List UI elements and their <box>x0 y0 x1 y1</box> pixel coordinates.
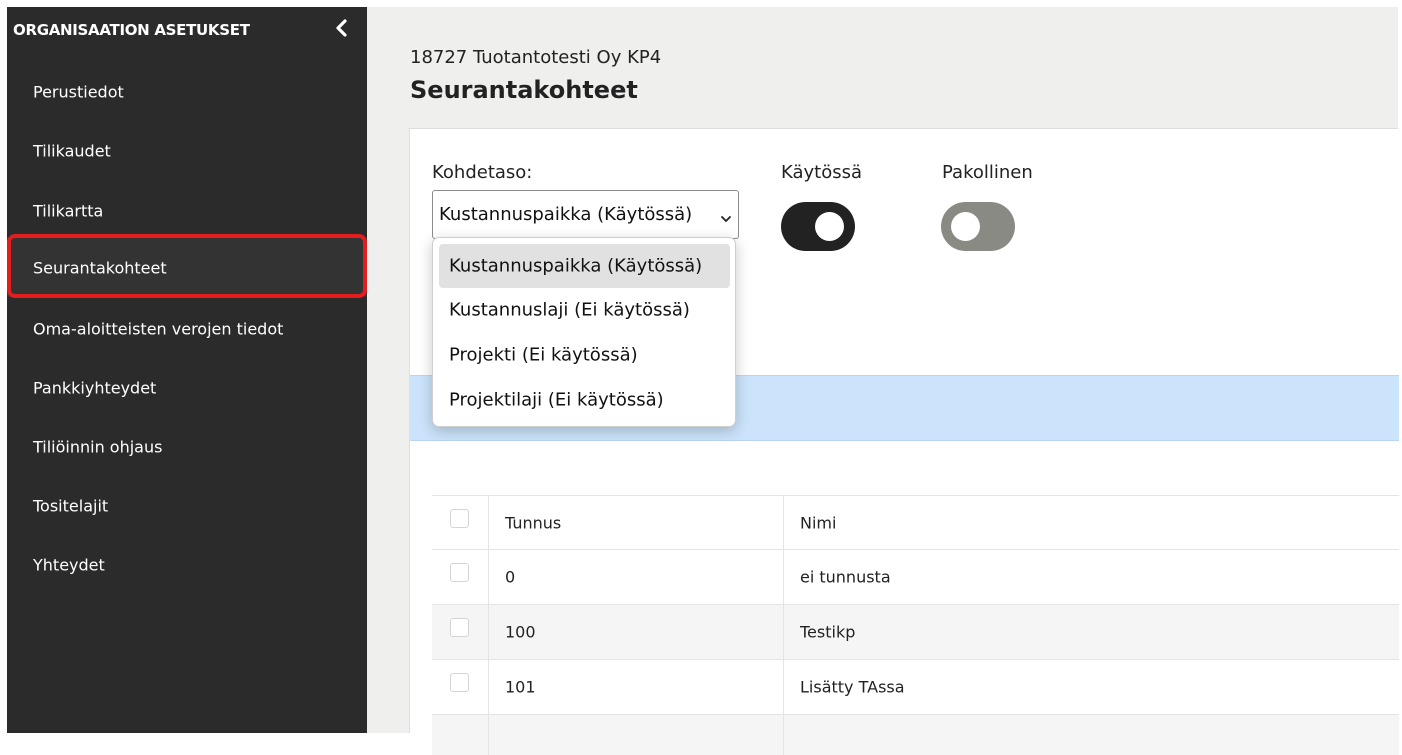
toggle-knob <box>815 212 844 241</box>
table-row[interactable]: 101 Lisätty TAssa <box>432 660 1399 715</box>
code-cell: 100 <box>488 605 783 659</box>
tracking-card: Kohdetaso: Kustannuspaikka (Käytössä) Kä… <box>409 128 1399 755</box>
option-label: Kustannuslaji (Ei käytössä) <box>449 299 690 321</box>
chevron-down-icon <box>720 210 732 223</box>
sidebar-item-tositelajit[interactable]: Tositelajit <box>7 476 367 535</box>
column-header-label: Tunnus <box>505 513 562 532</box>
table-row[interactable]: 100 Testikp <box>432 605 1399 660</box>
level-select-value: Kustannuspaikka (Käytössä) <box>439 204 693 225</box>
select-all-cell <box>432 496 488 549</box>
level-option-projekti[interactable]: Projekti (Ei käytössä) <box>439 333 730 377</box>
table-header-row: Tunnus Nimi <box>432 495 1399 550</box>
sidebar-item-tilikartta[interactable]: Tilikartta <box>7 181 367 240</box>
organization-name: 18727 Tuotantotesti Oy KP4 <box>410 47 662 68</box>
row-checkbox[interactable] <box>450 618 469 637</box>
name-cell: ei tunnusta <box>783 550 1399 604</box>
settings-sidebar: ORGANISAATION ASETUKSET Perustiedot Tili… <box>7 7 367 733</box>
sidebar-item-label: Tiliöinnin ohjaus <box>33 437 163 456</box>
level-select[interactable]: Kustannuspaikka (Käytössä) <box>432 190 739 239</box>
mandatory-label: Pakollinen <box>942 162 1033 183</box>
level-dropdown-menu: Kustannuspaikka (Käytössä) Kustannuslaji… <box>432 237 736 427</box>
table-row[interactable] <box>432 715 1399 755</box>
name-text: Testikp <box>800 622 856 642</box>
code-text: 100 <box>505 622 536 642</box>
row-check-cell <box>432 550 488 604</box>
sidebar-item-label: Tilikaudet <box>33 141 111 160</box>
mandatory-toggle[interactable] <box>941 202 1015 251</box>
sidebar-item-perustiedot[interactable]: Perustiedot <box>7 62 367 121</box>
level-label: Kohdetaso: <box>432 162 533 183</box>
code-cell <box>488 715 783 755</box>
option-label: Projektilaji (Ei käytössä) <box>449 389 664 411</box>
name-text: ei tunnusta <box>800 567 891 587</box>
sidebar-item-label: Tilikartta <box>33 201 104 220</box>
select-all-checkbox[interactable] <box>450 509 469 528</box>
level-option-projektilaji[interactable]: Projektilaji (Ei käytössä) <box>439 378 730 422</box>
table-row[interactable]: 0 ei tunnusta <box>432 550 1399 605</box>
sidebar-item-pankkiyhteydet[interactable]: Pankkiyhteydet <box>7 358 367 417</box>
name-text: Lisätty TAssa <box>800 677 905 697</box>
code-text: 101 <box>505 677 536 697</box>
code-cell: 101 <box>488 660 783 714</box>
row-check-cell <box>432 660 488 714</box>
level-option-kustannuslaji[interactable]: Kustannuslaji (Ei käytössä) <box>439 288 730 332</box>
sidebar-item-tilioinnin-ohjaus[interactable]: Tiliöinnin ohjaus <box>7 417 367 476</box>
name-cell <box>783 715 1399 755</box>
app-window: ORGANISAATION ASETUKSET Perustiedot Tili… <box>0 0 1402 755</box>
active-item-highlight <box>7 234 367 298</box>
sidebar-item-label: Tositelajit <box>33 496 109 515</box>
row-check-cell <box>432 715 488 755</box>
column-header-label: Nimi <box>800 513 837 532</box>
toggle-knob <box>951 212 980 241</box>
column-header-name[interactable]: Nimi <box>783 496 1399 549</box>
in-use-label: Käytössä <box>781 162 863 183</box>
code-text: 0 <box>505 567 516 587</box>
page-title: Seurantakohteet <box>410 76 638 104</box>
name-cell: Lisätty TAssa <box>783 660 1399 714</box>
row-checkbox[interactable] <box>450 673 469 692</box>
sidebar-item-tilikaudet[interactable]: Tilikaudet <box>7 121 367 180</box>
sidebar-item-label: Oma-aloitteisten verojen tiedot <box>33 319 284 338</box>
name-cell: Testikp <box>783 605 1399 659</box>
column-header-code[interactable]: Tunnus <box>488 496 783 549</box>
chevron-left-icon[interactable] <box>331 17 353 39</box>
sidebar-item-yhteydet[interactable]: Yhteydet <box>7 535 367 594</box>
option-label: Kustannuspaikka (Käytössä) <box>449 255 703 277</box>
row-check-cell <box>432 605 488 659</box>
row-checkbox[interactable] <box>450 563 469 582</box>
sidebar-item-label: Perustiedot <box>33 82 124 101</box>
sidebar-item-label: Pankkiyhteydet <box>33 378 157 397</box>
in-use-toggle[interactable] <box>781 202 855 251</box>
sidebar-title: ORGANISAATION ASETUKSET <box>13 21 250 39</box>
sidebar-header: ORGANISAATION ASETUKSET <box>7 7 367 53</box>
option-label: Projekti (Ei käytössä) <box>449 344 638 366</box>
sidebar-item-label: Yhteydet <box>33 555 105 574</box>
sidebar-item-oma-aloitteisten-verojen-tiedot[interactable]: Oma-aloitteisten verojen tiedot <box>7 299 367 358</box>
level-option-kustannuspaikka[interactable]: Kustannuspaikka (Käytössä) <box>439 244 730 288</box>
code-cell: 0 <box>488 550 783 604</box>
